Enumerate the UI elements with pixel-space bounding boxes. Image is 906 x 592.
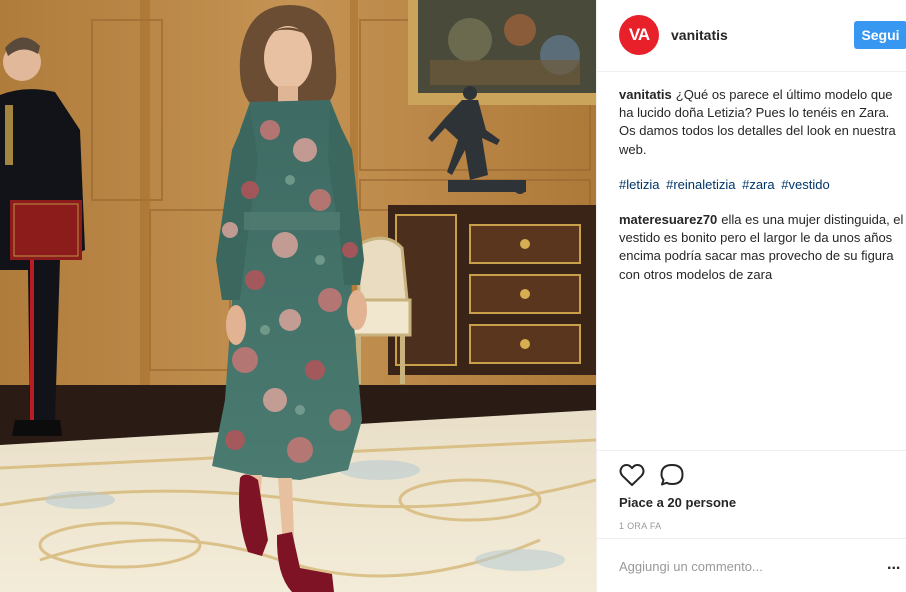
caption-author-link[interactable]: vanitatis — [619, 87, 672, 102]
hashtag-list: #letizia #reinaletizia #zara #vestido — [619, 176, 906, 194]
photo-illustration — [0, 0, 596, 592]
follow-button[interactable]: Segui — [854, 21, 906, 49]
hashtag-link[interactable]: #zara — [742, 177, 775, 192]
comment-bubble-icon[interactable] — [659, 463, 685, 487]
comments-list: vanitatis ¿Qué os parece el último modelo… — [619, 86, 906, 284]
comment-item: materesuarez70 ella es una mujer distingu… — [619, 211, 906, 284]
likes-count[interactable]: Piace a 20 persone — [619, 495, 736, 510]
post-photo[interactable] — [0, 0, 596, 592]
post-side-panel: VA vanitatis Segui vanitatis ¿Qué os pare… — [596, 0, 906, 592]
avatar[interactable]: VA — [619, 15, 659, 55]
heart-icon[interactable] — [619, 463, 645, 487]
hashtag-link[interactable]: #vestido — [781, 177, 829, 192]
post-header: VA vanitatis Segui — [597, 0, 906, 72]
comment-input[interactable] — [619, 556, 859, 576]
username-link[interactable]: vanitatis — [671, 27, 728, 43]
post-actions: Piace a 20 persone 1 ORA FA — [597, 450, 906, 531]
avatar-text: VA — [628, 25, 650, 44]
more-options-button[interactable]: ... — [887, 555, 903, 575]
post-timestamp[interactable]: 1 ORA FA — [619, 521, 661, 531]
comment-author-link[interactable]: materesuarez70 — [619, 212, 717, 227]
hashtag-link[interactable]: #reinaletizia — [666, 177, 735, 192]
hashtag-link[interactable]: #letizia — [619, 177, 659, 192]
caption: vanitatis ¿Qué os parece el último modelo… — [619, 86, 906, 159]
add-comment-bar: ... — [597, 538, 906, 592]
